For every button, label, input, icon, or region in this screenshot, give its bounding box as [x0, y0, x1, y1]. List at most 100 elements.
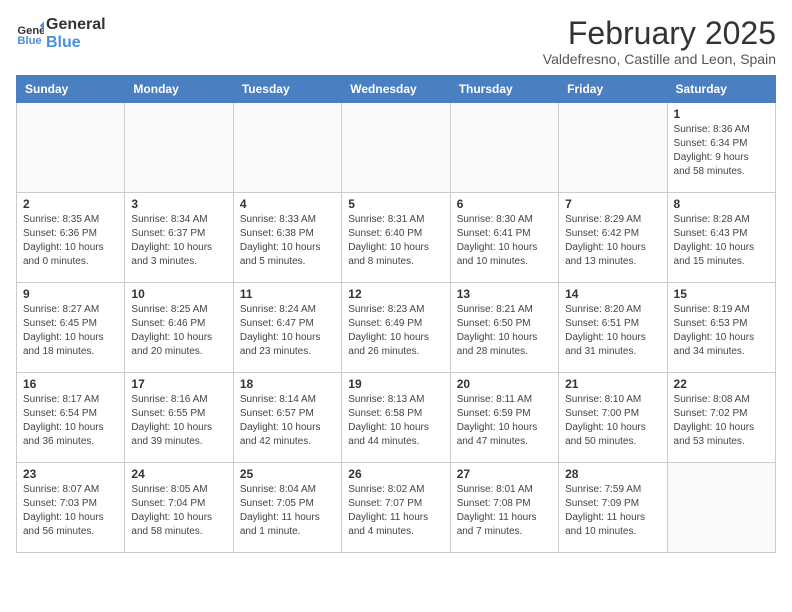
day-info: Sunrise: 8:33 AM Sunset: 6:38 PM Dayligh… — [240, 213, 335, 269]
calendar-cell: 24 Sunrise: 8:05 AM Sunset: 7:04 PM Dayli… — [125, 463, 233, 553]
day-info: Sunrise: 8:28 AM Sunset: 6:43 PM Dayligh… — [674, 213, 769, 269]
day-info: Sunrise: 8:11 AM Sunset: 6:59 PM Dayligh… — [457, 393, 552, 449]
day-number: 15 — [674, 287, 769, 301]
day-number: 1 — [674, 107, 769, 121]
day-info: Sunrise: 8:25 AM Sunset: 6:46 PM Dayligh… — [131, 303, 226, 359]
calendar-cell: 12 Sunrise: 8:23 AM Sunset: 6:49 PM Dayli… — [342, 283, 450, 373]
calendar-cell: 8 Sunrise: 8:28 AM Sunset: 6:43 PM Daylig… — [667, 193, 775, 283]
calendar-cell: 5 Sunrise: 8:31 AM Sunset: 6:40 PM Daylig… — [342, 193, 450, 283]
calendar-cell: 28 Sunrise: 7:59 AM Sunset: 7:09 PM Dayli… — [559, 463, 667, 553]
calendar-cell — [125, 103, 233, 193]
day-info: Sunrise: 8:08 AM Sunset: 7:02 PM Dayligh… — [674, 393, 769, 449]
calendar-cell: 1 Sunrise: 8:36 AM Sunset: 6:34 PM Daylig… — [667, 103, 775, 193]
calendar-cell: 27Sunrise: 8:01 AM Sunset: 7:08 PM Dayli… — [450, 463, 558, 553]
calendar-cell: 20 Sunrise: 8:11 AM Sunset: 6:59 PM Dayli… — [450, 373, 558, 463]
week-row-4: 16 Sunrise: 8:17 AM Sunset: 6:54 PM Dayli… — [17, 373, 776, 463]
day-number: 23 — [23, 467, 118, 481]
day-number: 11 — [240, 287, 335, 301]
day-info: Sunrise: 8:05 AM Sunset: 7:04 PM Dayligh… — [131, 483, 226, 539]
day-number: 6 — [457, 197, 552, 211]
day-number: 20 — [457, 377, 552, 391]
day-number: 14 — [565, 287, 660, 301]
calendar-cell: 15 Sunrise: 8:19 AM Sunset: 6:53 PM Dayli… — [667, 283, 775, 373]
title-block: February 2025 Valdefresno, Castille and … — [543, 16, 776, 67]
day-info: Sunrise: 8:02 AM Sunset: 7:07 PM Dayligh… — [348, 483, 443, 539]
day-number: 3 — [131, 197, 226, 211]
day-info: Sunrise: 8:29 AM Sunset: 6:42 PM Dayligh… — [565, 213, 660, 269]
day-info: Sunrise: 8:30 AM Sunset: 6:41 PM Dayligh… — [457, 213, 552, 269]
day-info: Sunrise: 8:19 AM Sunset: 6:53 PM Dayligh… — [674, 303, 769, 359]
day-number: 7 — [565, 197, 660, 211]
day-info: Sunrise: 8:07 AM Sunset: 7:03 PM Dayligh… — [23, 483, 118, 539]
calendar-cell: 4 Sunrise: 8:33 AM Sunset: 6:38 PM Daylig… — [233, 193, 341, 283]
week-row-3: 9 Sunrise: 8:27 AM Sunset: 6:45 PM Daylig… — [17, 283, 776, 373]
day-number: 13 — [457, 287, 552, 301]
calendar-cell: 25Sunrise: 8:04 AM Sunset: 7:05 PM Dayli… — [233, 463, 341, 553]
svg-text:Blue: Blue — [17, 34, 41, 46]
calendar-cell: 22 Sunrise: 8:08 AM Sunset: 7:02 PM Dayli… — [667, 373, 775, 463]
week-row-5: 23 Sunrise: 8:07 AM Sunset: 7:03 PM Dayli… — [17, 463, 776, 553]
logo: General Blue General Blue — [16, 16, 106, 51]
calendar-table: SundayMondayTuesdayWednesdayThursdayFrid… — [16, 75, 776, 553]
weekday-header-friday: Friday — [559, 76, 667, 103]
day-info: Sunrise: 8:04 AM Sunset: 7:05 PM Dayligh… — [240, 483, 335, 539]
day-number: 16 — [23, 377, 118, 391]
day-info: Sunrise: 8:20 AM Sunset: 6:51 PM Dayligh… — [565, 303, 660, 359]
day-number: 2 — [23, 197, 118, 211]
day-info: Sunrise: 8:14 AM Sunset: 6:57 PM Dayligh… — [240, 393, 335, 449]
day-number: 26 — [348, 467, 443, 481]
day-info: Sunrise: 8:23 AM Sunset: 6:49 PM Dayligh… — [348, 303, 443, 359]
day-number: 27 — [457, 467, 552, 481]
day-info: Sunrise: 7:59 AM Sunset: 7:09 PM Dayligh… — [565, 483, 660, 539]
day-number: 4 — [240, 197, 335, 211]
day-number: 8 — [674, 197, 769, 211]
calendar-cell — [667, 463, 775, 553]
day-number: 5 — [348, 197, 443, 211]
calendar-cell: 13Sunrise: 8:21 AM Sunset: 6:50 PM Dayli… — [450, 283, 558, 373]
day-info: Sunrise: 8:35 AM Sunset: 6:36 PM Dayligh… — [23, 213, 118, 269]
day-info: Sunrise: 8:17 AM Sunset: 6:54 PM Dayligh… — [23, 393, 118, 449]
day-info: Sunrise: 8:27 AM Sunset: 6:45 PM Dayligh… — [23, 303, 118, 359]
day-info: Sunrise: 8:16 AM Sunset: 6:55 PM Dayligh… — [131, 393, 226, 449]
location-title: Valdefresno, Castille and Leon, Spain — [543, 51, 776, 67]
calendar-cell — [342, 103, 450, 193]
day-info: Sunrise: 8:24 AM Sunset: 6:47 PM Dayligh… — [240, 303, 335, 359]
calendar-cell: 23 Sunrise: 8:07 AM Sunset: 7:03 PM Dayli… — [17, 463, 125, 553]
day-number: 18 — [240, 377, 335, 391]
logo-icon: General Blue — [16, 20, 44, 48]
day-number: 12 — [348, 287, 443, 301]
weekday-header-wednesday: Wednesday — [342, 76, 450, 103]
calendar-cell: 7 Sunrise: 8:29 AM Sunset: 6:42 PM Daylig… — [559, 193, 667, 283]
calendar-cell — [559, 103, 667, 193]
calendar-cell: 14 Sunrise: 8:20 AM Sunset: 6:51 PM Dayli… — [559, 283, 667, 373]
weekday-header-thursday: Thursday — [450, 76, 558, 103]
day-info: Sunrise: 8:10 AM Sunset: 7:00 PM Dayligh… — [565, 393, 660, 449]
day-info: Sunrise: 8:31 AM Sunset: 6:40 PM Dayligh… — [348, 213, 443, 269]
logo-text-general: General — [46, 16, 106, 34]
calendar-cell: 26 Sunrise: 8:02 AM Sunset: 7:07 PM Dayli… — [342, 463, 450, 553]
calendar-cell: 16 Sunrise: 8:17 AM Sunset: 6:54 PM Dayli… — [17, 373, 125, 463]
calendar-cell: 11 Sunrise: 8:24 AM Sunset: 6:47 PM Dayli… — [233, 283, 341, 373]
month-title: February 2025 — [543, 16, 776, 51]
day-number: 21 — [565, 377, 660, 391]
calendar-cell: 19Sunrise: 8:13 AM Sunset: 6:58 PM Dayli… — [342, 373, 450, 463]
logo-text-blue: Blue — [46, 34, 106, 52]
day-info: Sunrise: 8:36 AM Sunset: 6:34 PM Dayligh… — [674, 123, 769, 179]
calendar-cell: 9 Sunrise: 8:27 AM Sunset: 6:45 PM Daylig… — [17, 283, 125, 373]
day-number: 24 — [131, 467, 226, 481]
weekday-header-monday: Monday — [125, 76, 233, 103]
day-number: 22 — [674, 377, 769, 391]
page-header: General Blue General Blue February 2025 … — [16, 16, 776, 67]
calendar-cell: 21 Sunrise: 8:10 AM Sunset: 7:00 PM Dayli… — [559, 373, 667, 463]
week-row-2: 2 Sunrise: 8:35 AM Sunset: 6:36 PM Daylig… — [17, 193, 776, 283]
calendar-cell: 10Sunrise: 8:25 AM Sunset: 6:46 PM Dayli… — [125, 283, 233, 373]
day-number: 9 — [23, 287, 118, 301]
weekday-header-row: SundayMondayTuesdayWednesdayThursdayFrid… — [17, 76, 776, 103]
day-number: 17 — [131, 377, 226, 391]
calendar-cell: 17 Sunrise: 8:16 AM Sunset: 6:55 PM Dayli… — [125, 373, 233, 463]
day-number: 28 — [565, 467, 660, 481]
calendar-cell: 18 Sunrise: 8:14 AM Sunset: 6:57 PM Dayli… — [233, 373, 341, 463]
day-info: Sunrise: 8:34 AM Sunset: 6:37 PM Dayligh… — [131, 213, 226, 269]
weekday-header-sunday: Sunday — [17, 76, 125, 103]
week-row-1: 1 Sunrise: 8:36 AM Sunset: 6:34 PM Daylig… — [17, 103, 776, 193]
